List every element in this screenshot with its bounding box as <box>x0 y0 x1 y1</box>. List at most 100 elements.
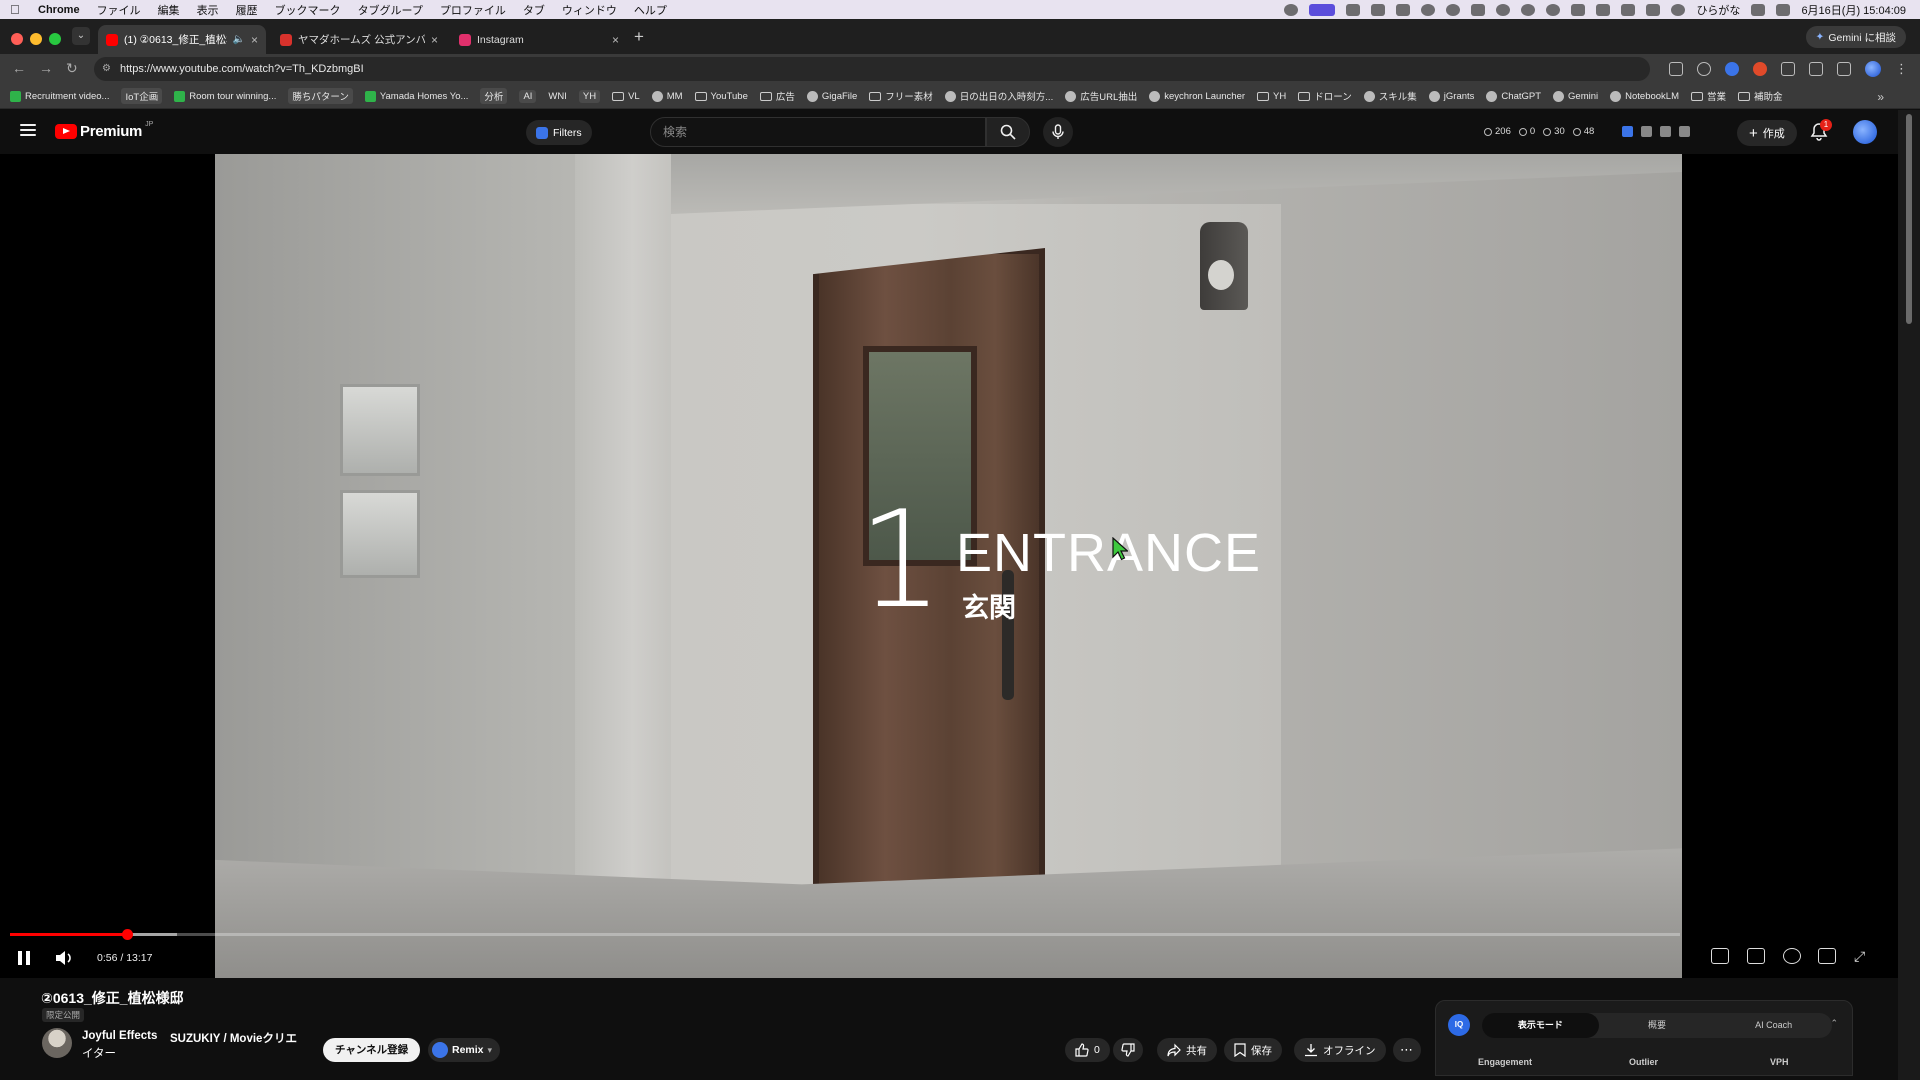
address-bar[interactable]: ⚙ https://www.youtube.com/watch?v=Th_KDz… <box>94 57 1650 81</box>
page-scrollbar[interactable] <box>1898 110 1920 1080</box>
stat-item[interactable]: 30 <box>1543 126 1565 137</box>
bookmark-item[interactable]: keychron Launcher <box>1149 90 1245 102</box>
channel-name[interactable]: Joyful Effects <box>82 1030 157 1042</box>
bookmark-item[interactable]: YouTube <box>694 91 748 102</box>
gemini-consult-button[interactable]: ✦ Gemini に相談 <box>1805 26 1906 48</box>
save-button[interactable]: 保存 <box>1224 1038 1282 1062</box>
eject-icon[interactable] <box>1751 3 1766 16</box>
menu-history[interactable]: 履歴 <box>236 2 258 18</box>
video-player[interactable]: 1 ENTRANCE 玄関 0:56 / 13:17 ⤢ <box>0 154 1898 978</box>
vidiq-tab-overview[interactable]: 概要 <box>1599 1013 1716 1038</box>
like-button[interactable]: 0 <box>1065 1038 1110 1062</box>
forward-arrow-icon[interactable]: → <box>39 60 53 76</box>
stat-item[interactable]: 0 <box>1518 126 1535 137</box>
search-input[interactable]: 検索 <box>650 117 986 147</box>
profile-avatar-icon[interactable] <box>1865 61 1881 77</box>
bookmark-item[interactable]: NotebookLM <box>1610 90 1679 102</box>
fullscreen-icon[interactable]: ⤢ <box>1854 948 1872 964</box>
status-chatgpt-icon[interactable] <box>1446 3 1461 16</box>
volume-icon[interactable] <box>1621 3 1636 16</box>
reload-icon[interactable]: ↻ <box>66 60 78 77</box>
bookmark-item[interactable]: フリー素材 <box>869 89 933 103</box>
site-info-icon[interactable]: ⚙ <box>102 63 114 75</box>
youtube-premium-logo[interactable]: Premium JP <box>55 121 153 140</box>
vidiq-tab-display-mode[interactable]: 表示モード <box>1482 1013 1599 1038</box>
status-active-app-icon[interactable] <box>1309 3 1336 16</box>
vidiq-extension-icon[interactable] <box>1622 126 1633 137</box>
extension-red-icon[interactable] <box>1753 62 1767 76</box>
theater-mode-icon[interactable] <box>1818 948 1836 964</box>
bell-plus-icon[interactable] <box>1679 126 1690 137</box>
menu-bookmarks[interactable]: ブックマーク <box>275 2 341 18</box>
status-airdrop-icon[interactable] <box>1521 3 1536 16</box>
bookmark-item[interactable]: 分析 <box>480 88 508 104</box>
tab-youtube[interactable]: (1) ②0613_修正_植松様邸 🔈 × <box>98 25 266 54</box>
minimize-window-button[interactable] <box>30 33 42 45</box>
close-window-button[interactable] <box>11 33 23 45</box>
bookmark-item[interactable]: ChatGPT <box>1486 90 1541 102</box>
control-center-icon[interactable] <box>1776 3 1791 16</box>
menu-tab-groups[interactable]: タブグループ <box>358 2 423 18</box>
apple-icon[interactable]:  <box>10 2 24 17</box>
notifications-button[interactable]: 1 <box>1810 119 1832 142</box>
input-method-indicator[interactable]: ひらがな <box>1696 2 1740 18</box>
trophy-icon[interactable] <box>1660 126 1671 137</box>
bookmark-item[interactable]: 勝ちパターン <box>288 88 353 104</box>
offline-download-button[interactable]: オフライン <box>1294 1038 1386 1062</box>
vidiq-player-icon[interactable] <box>1711 948 1729 964</box>
settings-gear-icon[interactable] <box>1783 948 1801 964</box>
status-cloud-icon[interactable] <box>1421 3 1436 16</box>
close-tab-icon[interactable]: × <box>431 33 438 47</box>
tab-instagram[interactable]: Instagram × <box>451 25 627 54</box>
menu-view[interactable]: 表示 <box>197 2 219 18</box>
create-button[interactable]: + 作成 <box>1737 120 1797 146</box>
back-arrow-icon[interactable]: ← <box>12 60 26 76</box>
vidiq-tab-ai-coach[interactable]: AI Coach <box>1715 1013 1832 1038</box>
bookmark-item[interactable]: Gemini <box>1553 90 1598 102</box>
status-a-icon[interactable] <box>1371 3 1386 16</box>
bookmark-item[interactable]: YH <box>578 89 601 103</box>
battery-icon[interactable] <box>1571 3 1586 16</box>
bookmark-item[interactable]: 営業 <box>1691 89 1726 103</box>
channel-avatar[interactable] <box>42 1028 72 1058</box>
bookmark-item[interactable]: Room tour winning... <box>174 90 276 102</box>
close-tab-icon[interactable]: × <box>251 33 258 47</box>
new-tab-button[interactable]: + <box>634 27 644 47</box>
more-bookmarks-icon[interactable]: » <box>1877 90 1884 104</box>
menu-help[interactable]: ヘルプ <box>634 2 667 18</box>
bookmark-item[interactable]: IoT企画 <box>121 88 163 104</box>
scrollbar-thumb[interactable] <box>1906 114 1912 324</box>
bookmark-item[interactable]: Recruitment video... <box>10 90 109 102</box>
dislike-button[interactable] <box>1113 1038 1143 1062</box>
progress-bar[interactable] <box>10 929 1680 940</box>
stat-item[interactable]: 206 <box>1484 126 1511 137</box>
status-keyboard-icon[interactable] <box>1396 3 1411 16</box>
extension-blue-icon[interactable] <box>1725 62 1739 76</box>
chevron-up-icon[interactable]: ⌃ <box>1830 1018 1838 1029</box>
search-button[interactable] <box>986 117 1030 147</box>
tab-yamada-homes[interactable]: ヤマダホームズ 公式アンバサダ… × <box>272 25 446 54</box>
wifi-icon[interactable] <box>1671 3 1686 16</box>
vidiq-filters-button[interactable]: Filters <box>526 120 592 145</box>
subtitles-icon[interactable] <box>1747 948 1765 964</box>
menubar-clock[interactable]: 6月16日(月) 15:04:09 <box>1801 2 1906 18</box>
account-avatar[interactable] <box>1853 120 1877 144</box>
bookmark-item[interactable]: YH <box>1257 91 1286 102</box>
bookmark-item[interactable]: 補助金 <box>1738 89 1783 103</box>
bookmark-item[interactable]: 日の出日の入時刻方... <box>944 89 1053 103</box>
status-play-icon[interactable] <box>1546 3 1561 16</box>
bookmark-item[interactable]: MM <box>651 90 683 102</box>
status-vpn-icon[interactable] <box>1496 3 1511 16</box>
status-sparkle-icon[interactable] <box>1346 3 1361 16</box>
menu-tab[interactable]: タブ <box>523 2 545 18</box>
pause-icon[interactable] <box>17 950 31 966</box>
voice-search-button[interactable] <box>1043 117 1073 147</box>
progress-scrubber[interactable] <box>122 929 134 940</box>
bookmark-item[interactable]: GigaFile <box>806 90 857 102</box>
vidiq-logo-icon[interactable]: IQ <box>1448 1014 1470 1036</box>
bookmark-item[interactable]: ドローン <box>1298 89 1352 103</box>
list-icon[interactable] <box>1641 126 1652 137</box>
extensions-puzzle-icon[interactable] <box>1781 62 1795 76</box>
media-controls-icon[interactable] <box>1837 62 1851 76</box>
menu-app-chrome[interactable]: Chrome <box>38 4 80 16</box>
